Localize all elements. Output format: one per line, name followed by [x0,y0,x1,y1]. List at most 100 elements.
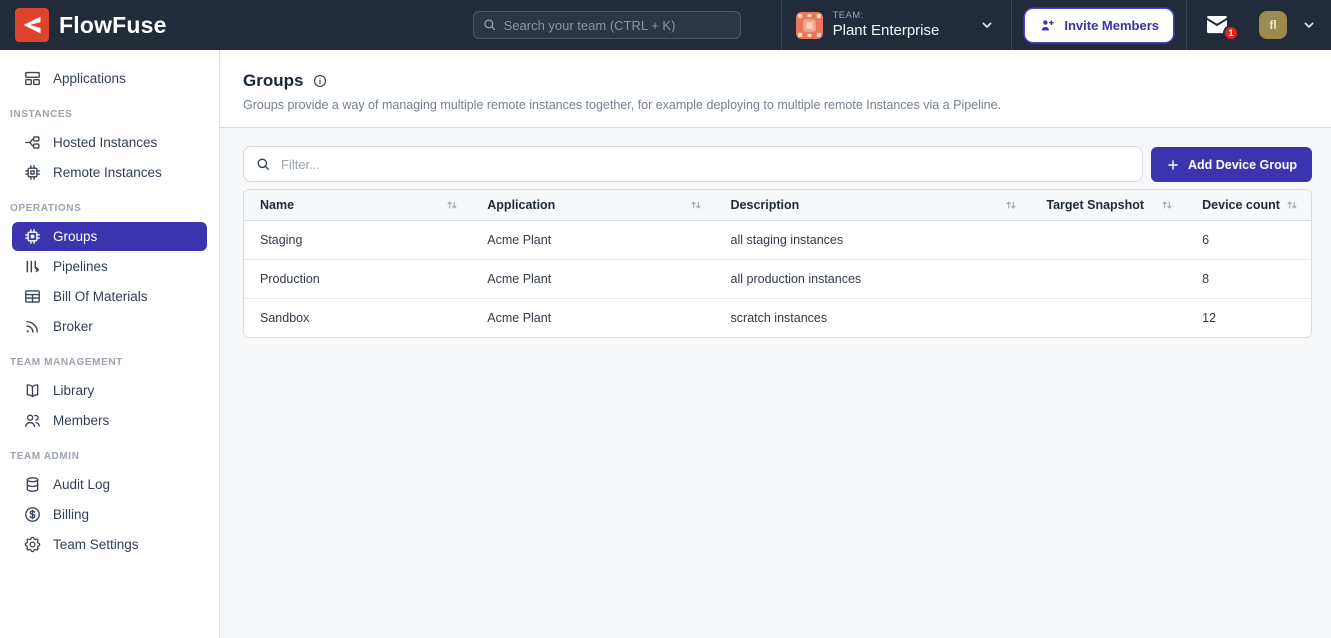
sidebar-item-members[interactable]: Members [12,406,207,435]
invite-wrap: Invite Members [1012,9,1186,42]
cell-description: scratch instances [715,299,1031,338]
sidebar-item-label: Bill Of Materials [53,289,148,304]
team-selector[interactable]: TEAM: Plant Enterprise [782,0,1012,50]
cell-name[interactable]: Sandbox [244,299,471,338]
navbar-right: TEAM: Plant Enterprise Invite Members [781,0,1331,50]
cell-target-snapshot [1030,260,1186,299]
sidebar-item-team-settings[interactable]: Team Settings [12,530,207,559]
sidebar-item-label: Groups [53,229,97,244]
info-icon[interactable] [312,73,328,89]
sidebar-item-label: Broker [53,319,93,334]
sidebar-item-hosted-instances[interactable]: Hosted Instances [12,128,207,157]
sidebar-item-label: Remote Instances [53,165,162,180]
page-header: Groups Groups provide a way of managing … [220,50,1331,128]
broker-icon [23,317,42,336]
cell-application: Acme Plant [471,221,714,260]
sidebar: Applications INSTANCES Hosted Instances … [0,50,220,638]
toolbar: Add Device Group [243,146,1312,182]
sidebar-item-broker[interactable]: Broker [12,312,207,341]
cell-device-count: 6 [1186,221,1311,260]
cell-application: Acme Plant [471,260,714,299]
sidebar-item-groups[interactable]: Groups [12,222,207,251]
search-icon [482,17,497,32]
audit-log-icon [23,475,42,494]
top-navbar: FlowFuse TEAM: [0,0,1331,50]
sidebar-item-label: Team Settings [53,537,139,552]
main-content: Groups Groups provide a way of managing … [220,50,1331,638]
page-description: Groups provide a way of managing multipl… [243,98,1307,112]
filter-box [243,146,1143,182]
cell-target-snapshot [1030,221,1186,260]
sidebar-item-library[interactable]: Library [12,376,207,405]
column-header-application[interactable]: Application [471,190,714,221]
app-window: FlowFuse TEAM: [0,0,1331,638]
cell-target-snapshot [1030,299,1186,338]
sidebar-item-pipelines[interactable]: Pipelines [12,252,207,281]
sidebar-item-label: Applications [53,71,126,86]
invite-members-button[interactable]: Invite Members [1025,9,1173,42]
team-text: TEAM: Plant Enterprise [833,11,940,39]
content-area: Add Device Group Name Application Descri… [220,128,1331,638]
sidebar-section-team-admin: TEAM ADMIN [0,451,219,462]
search-icon [255,156,271,172]
page-title: Groups [243,71,303,91]
groups-table: Name Application Description Target Snap… [243,189,1312,338]
sidebar-item-label: Hosted Instances [53,135,157,150]
column-header-device-count[interactable]: Device count [1186,190,1311,221]
filter-input[interactable] [243,146,1143,182]
team-name: Plant Enterprise [833,22,940,39]
cell-name[interactable]: Staging [244,221,471,260]
user-menu[interactable]: fl [1247,11,1331,39]
remote-instances-icon [23,163,42,182]
sort-icon[interactable] [1004,198,1018,212]
table-row[interactable]: Staging Acme Plant all staging instances… [244,221,1311,260]
sidebar-item-applications[interactable]: Applications [12,64,207,93]
sidebar-item-billing[interactable]: Billing [12,500,207,529]
applications-icon [23,69,42,88]
bill-of-materials-icon [23,287,42,306]
sidebar-item-label: Library [53,383,94,398]
search-input[interactable] [473,11,741,39]
cell-description: all staging instances [715,221,1031,260]
sort-icon[interactable] [689,198,703,212]
sort-icon[interactable] [1160,198,1174,212]
brand-name: FlowFuse [59,12,167,39]
sidebar-section-instances: INSTANCES [0,109,219,120]
sidebar-item-label: Audit Log [53,477,110,492]
sidebar-section-operations: OPERATIONS [0,203,219,214]
sidebar-item-remote-instances[interactable]: Remote Instances [12,158,207,187]
table-row[interactable]: Sandbox Acme Plant scratch instances 12 [244,299,1311,338]
table-row[interactable]: Production Acme Plant all production ins… [244,260,1311,299]
brand[interactable]: FlowFuse [0,8,170,42]
sidebar-item-label: Billing [53,507,89,522]
sidebar-section-team-management: TEAM MANAGEMENT [0,357,219,368]
cell-name[interactable]: Production [244,260,471,299]
flowfuse-logo-icon [15,8,49,42]
column-header-description[interactable]: Description [715,190,1031,221]
team-settings-icon [23,535,42,554]
sidebar-item-label: Pipelines [53,259,108,274]
avatar[interactable]: fl [1259,11,1287,39]
add-device-group-label: Add Device Group [1188,158,1297,172]
sidebar-item-audit-log[interactable]: Audit Log [12,470,207,499]
sidebar-item-bill-of-materials[interactable]: Bill Of Materials [12,282,207,311]
column-header-target-snapshot[interactable]: Target Snapshot [1030,190,1186,221]
sort-icon[interactable] [1285,198,1299,212]
column-header-name[interactable]: Name [244,190,471,221]
cell-device-count: 12 [1186,299,1311,338]
pipelines-icon [23,257,42,276]
chevron-down-icon[interactable] [1301,17,1317,33]
members-icon [23,411,42,430]
library-icon [23,381,42,400]
hosted-instances-icon [23,133,42,152]
sort-icon[interactable] [445,198,459,212]
user-plus-icon [1039,17,1056,34]
cell-device-count: 8 [1186,260,1311,299]
notification-badge: 1 [1223,25,1239,41]
chevron-down-icon[interactable] [979,17,995,33]
team-avatar [796,12,823,39]
plus-icon [1166,158,1180,172]
add-device-group-button[interactable]: Add Device Group [1151,147,1312,182]
cell-application: Acme Plant [471,299,714,338]
notifications-button[interactable]: 1 [1187,0,1247,50]
